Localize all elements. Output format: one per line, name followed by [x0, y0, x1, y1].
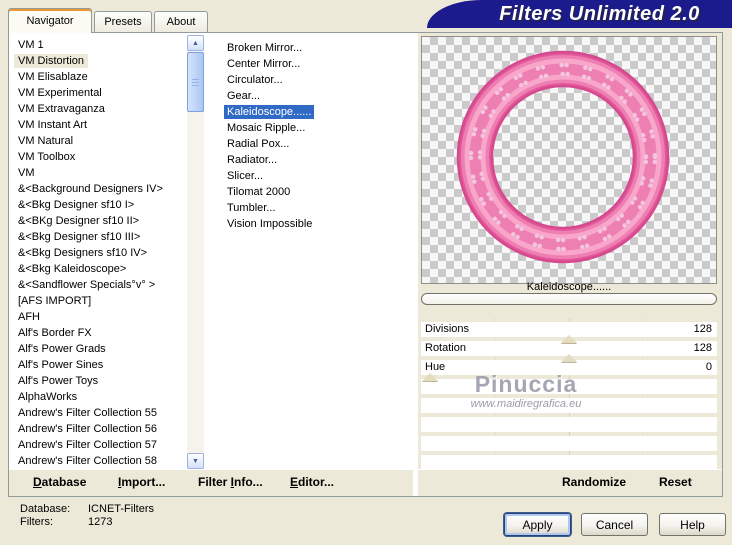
filter-list-item[interactable]: Circulator...: [208, 72, 408, 88]
filter-list-item[interactable]: Broken Mirror...: [208, 40, 408, 56]
category-list-item[interactable]: AlphaWorks: [14, 389, 184, 405]
watermark-url: www.maidiregrafica.eu: [470, 398, 582, 410]
category-list: VM 1 VM Distortion VM Elisablaze VM Experim…: [14, 37, 184, 469]
slider-value: 128: [693, 342, 712, 354]
pink-ring-image: [456, 50, 670, 264]
empty-slider-row: [421, 413, 717, 432]
category-list-item[interactable]: Alf's Power Grads: [14, 341, 184, 357]
slider-thumb[interactable]: [561, 335, 577, 343]
category-list-item[interactable]: &<Background Designers IV>: [14, 181, 184, 197]
cancel-button[interactable]: Cancel: [581, 513, 648, 536]
toolbar-button[interactable]: Import...: [118, 470, 165, 495]
category-list-item[interactable]: &<Bkg Designers sf10 IV>: [14, 245, 184, 261]
filters-unlimited-dialog: Filters Unlimited 2.0 Navigator Presets …: [0, 0, 732, 545]
slider-label: Rotation: [425, 342, 466, 354]
tab-about[interactable]: About: [154, 11, 208, 32]
category-list-item[interactable]: Alf's Power Toys: [14, 373, 184, 389]
toolbar-strip-right: Randomize Reset: [418, 469, 722, 496]
category-list-item[interactable]: Andrew's Filter Collection 58: [14, 453, 184, 469]
database-status-label: Database:: [20, 503, 71, 515]
toolbar-button[interactable]: Editor...: [290, 470, 334, 495]
filter-list-item[interactable]: Kaleidoscope......: [208, 104, 408, 120]
category-list-item[interactable]: AFH: [14, 309, 184, 325]
category-list-item[interactable]: Alf's Power Sines: [14, 357, 184, 373]
category-list-item[interactable]: &<Bkg Kaleidoscope>: [14, 261, 184, 277]
filter-preview[interactable]: [421, 36, 717, 284]
category-list-item[interactable]: &<Bkg Designer sf10 III>: [14, 229, 184, 245]
category-list-item[interactable]: VM Toolbox: [14, 149, 184, 165]
category-list-item[interactable]: VM 1: [14, 37, 184, 53]
scroll-down-icon[interactable]: ▼: [187, 453, 204, 469]
filter-list-item[interactable]: Slicer...: [208, 168, 408, 184]
scrollbar-thumb[interactable]: [187, 52, 204, 112]
tab-navigator[interactable]: Navigator: [8, 8, 92, 33]
category-list-item[interactable]: Andrew's Filter Collection 57: [14, 437, 184, 453]
filter-list-item[interactable]: Tumbler...: [208, 200, 408, 216]
slider-label: Divisions: [425, 323, 470, 335]
category-list-item[interactable]: [AFS IMPORT]: [14, 293, 184, 309]
category-list-item[interactable]: VM Natural: [14, 133, 184, 149]
filter-list-item[interactable]: Radiator...: [208, 152, 408, 168]
filter-list-item[interactable]: Vision Impossible: [208, 216, 408, 232]
toolbar-button[interactable]: Database: [33, 470, 86, 495]
category-scrollbar[interactable]: ▲ ▼: [187, 35, 204, 469]
category-list-item[interactable]: &<BKg Designer sf10 II>: [14, 213, 184, 229]
slider-value: 0: [705, 361, 712, 373]
filters-count-label: Filters:: [20, 516, 53, 528]
category-list-item[interactable]: VM Experimental: [14, 85, 184, 101]
category-list-item[interactable]: Andrew's Filter Collection 56: [14, 421, 184, 437]
filter-list-item[interactable]: Center Mirror...: [208, 56, 408, 72]
empty-slider-row: [421, 432, 717, 451]
toolbar-button[interactable]: Filter Info...: [198, 470, 263, 495]
database-status-value: ICNET-Filters: [88, 503, 154, 515]
parameter-slider[interactable]: Divisions 128: [421, 318, 717, 343]
watermark-name: Pinuccia: [474, 371, 578, 397]
category-list-item[interactable]: Andrew's Filter Collection 55: [14, 405, 184, 421]
filter-list-item[interactable]: Gear...: [208, 88, 408, 104]
filter-list-item[interactable]: Tilomat 2000: [208, 184, 408, 200]
reset-button[interactable]: Reset: [659, 470, 692, 495]
category-list-item[interactable]: VM Elisablaze: [14, 69, 184, 85]
selected-filter-caption: Kaleidoscope......: [526, 281, 612, 293]
category-list-item[interactable]: &<Bkg Designer sf10 I>: [14, 197, 184, 213]
category-list-item[interactable]: VM Instant Art: [14, 117, 184, 133]
category-list-item[interactable]: VM Extravaganza: [14, 101, 184, 117]
filters-count-value: 1273: [88, 516, 113, 528]
filter-list-item[interactable]: Radial Pox...: [208, 136, 408, 152]
category-list-item[interactable]: VM: [14, 165, 184, 181]
randomize-button[interactable]: Randomize: [562, 470, 626, 495]
category-list-item[interactable]: Alf's Border FX: [14, 325, 184, 341]
parameter-slider[interactable]: Rotation 128: [421, 337, 717, 362]
category-list-item[interactable]: &<Sandflower Specials°v° >: [14, 277, 184, 293]
tab-presets[interactable]: Presets: [94, 11, 152, 32]
filter-list: Broken Mirror... Center Mirror... Circulat…: [208, 40, 408, 232]
slider-value: 128: [693, 323, 712, 335]
progress-bar: [421, 293, 717, 305]
category-list-item[interactable]: VM Distortion: [14, 53, 184, 69]
window-title: Filters Unlimited 2.0: [499, 2, 700, 25]
scroll-up-icon[interactable]: ▲: [187, 35, 204, 51]
empty-slider-row: [421, 451, 717, 470]
filter-list-item[interactable]: Mosaic Ripple...: [208, 120, 408, 136]
help-button[interactable]: Help: [659, 513, 726, 536]
apply-button[interactable]: Apply: [504, 513, 571, 536]
title-banner: Filters Unlimited 2.0: [427, 0, 732, 28]
toolbar-strip-left: Database Import... Filter Info... Editor...: [9, 469, 413, 496]
slider-thumb[interactable]: [561, 354, 577, 362]
